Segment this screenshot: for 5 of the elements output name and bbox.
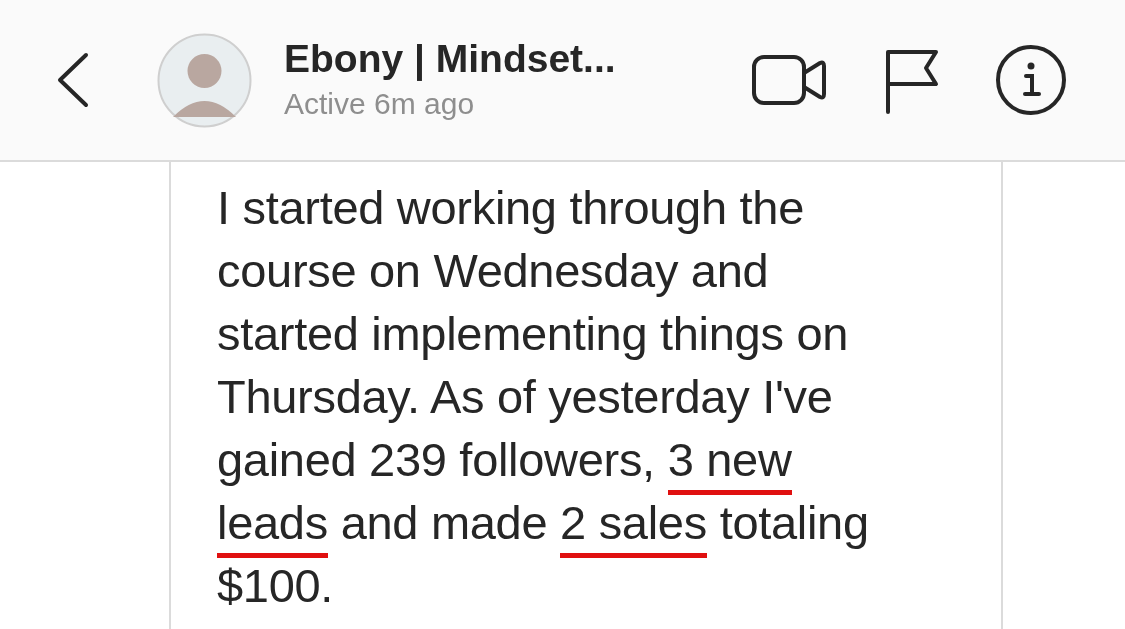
back-icon[interactable] [56, 52, 90, 108]
info-icon[interactable] [995, 44, 1067, 116]
active-status: Active 6m ago [284, 86, 476, 122]
contact-name: Ebony | Mindset... [284, 36, 617, 82]
message-text: I started working through the course on Wednesday and started implementing things on Thursday. As of yesterday I've gained 239 followers, 3 new leads and made 2 sales totaling $100. [217, 180, 870, 614]
